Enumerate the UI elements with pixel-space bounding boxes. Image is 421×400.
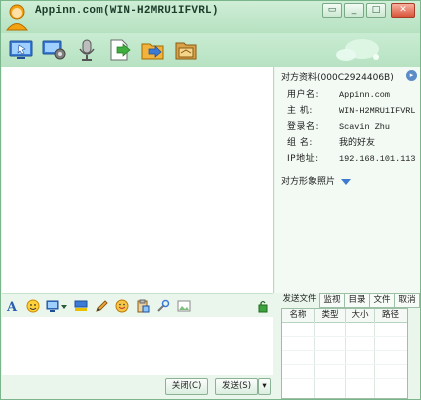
emoticon-icon[interactable] — [26, 299, 40, 313]
profile-row-host: 主 机: WIN-H2MRU1IFVRL — [287, 106, 416, 116]
tab-files[interactable]: 文件 — [369, 293, 395, 308]
row-divider — [282, 364, 407, 365]
dropdown-arrow-icon[interactable] — [60, 299, 68, 313]
send-button[interactable]: 发送(S) — [215, 378, 258, 395]
row-divider — [282, 378, 407, 379]
chat-history-area[interactable] — [2, 67, 274, 293]
profile-photo-toggle[interactable]: 对方形象照片 — [281, 174, 352, 187]
pencil-icon[interactable] — [95, 299, 109, 313]
send-options-dropdown-icon[interactable]: ▾ — [258, 378, 271, 395]
column-path[interactable]: 路径 — [375, 309, 406, 322]
remote-assist-icon[interactable] — [42, 39, 66, 61]
package-icon[interactable] — [174, 39, 198, 61]
minimize-button[interactable]: _ — [344, 3, 364, 18]
file-transfer-table[interactable]: 名称 类型 大小 路径 — [281, 308, 408, 399]
profile-row-login: 登录名: Scavin Zhu — [287, 122, 391, 132]
chat-bubble-decoration-icon — [336, 39, 379, 61]
window-title: Appinn.com(WIN-H2MRU1IFVRL) — [35, 5, 219, 17]
profile-nav-icon[interactable]: ▸ — [406, 70, 417, 81]
screen-share-icon[interactable] — [9, 39, 33, 61]
row-divider — [282, 336, 407, 337]
send-file-icon[interactable] — [108, 39, 132, 61]
profile-panel: 对方资料(000C2924406B) ▸ 用户名: Appinn.com 主 机:… — [275, 67, 420, 293]
profile-photo-label: 对方形象照片 — [281, 177, 336, 187]
tab-directory[interactable]: 目录 — [344, 293, 370, 308]
sticker-icon[interactable] — [115, 299, 129, 313]
profile-row-ip: IP地址: 192.168.101.113 — [287, 154, 416, 164]
clipboard-icon[interactable] — [136, 299, 150, 313]
profile-row-group: 组 名: 我的好友 — [287, 138, 376, 148]
close-window-button[interactable]: ✕ — [391, 3, 415, 18]
main-toolbar — [1, 33, 420, 67]
close-button[interactable]: 关闭(C) — [165, 378, 208, 395]
screenshot-icon[interactable] — [46, 299, 60, 313]
folder-icon[interactable] — [141, 39, 165, 61]
file-panel-tabs: 发送文件 监视 目录 文件 取消 — [280, 293, 420, 308]
tab-monitor[interactable]: 监视 — [319, 293, 345, 308]
maximize-button[interactable]: □ — [366, 3, 386, 18]
font-icon[interactable]: A — [6, 299, 20, 313]
profile-header: 对方资料(000C2924406B) — [281, 73, 394, 83]
restore-button[interactable]: ▭ — [322, 3, 342, 18]
color-bar-icon[interactable] — [74, 299, 88, 313]
file-panel-label: 发送文件 — [282, 294, 317, 304]
profile-row-username: 用户名: Appinn.com — [287, 90, 391, 100]
tools-icon[interactable] — [156, 299, 170, 313]
user-avatar-icon — [5, 4, 29, 31]
expand-triangle-icon[interactable] — [341, 178, 352, 185]
microphone-icon[interactable] — [75, 39, 99, 61]
svg-text:A: A — [6, 300, 18, 313]
lock-icon[interactable] — [256, 299, 270, 313]
column-divider — [345, 322, 346, 398]
title-bar[interactable]: Appinn.com(WIN-H2MRU1IFVRL) ▭ _ □ ✕ — [1, 1, 420, 33]
column-type[interactable]: 类型 — [315, 309, 346, 322]
column-divider — [314, 322, 315, 398]
column-size[interactable]: 大小 — [346, 309, 375, 322]
format-toolbar: A — [2, 293, 273, 318]
column-divider — [374, 322, 375, 398]
ipmsg-window: Appinn.com(WIN-H2MRU1IFVRL) ▭ _ □ ✕ 对方资料… — [0, 0, 421, 400]
tab-cancel[interactable]: 取消 — [394, 293, 420, 308]
image-icon[interactable] — [177, 299, 191, 313]
row-divider — [282, 350, 407, 351]
button-bar: 关闭(C) 发送(S) ▾ — [2, 375, 273, 398]
column-name[interactable]: 名称 — [282, 309, 315, 322]
message-input-area[interactable] — [2, 317, 273, 375]
file-table-header: 名称 类型 大小 路径 — [282, 309, 407, 323]
